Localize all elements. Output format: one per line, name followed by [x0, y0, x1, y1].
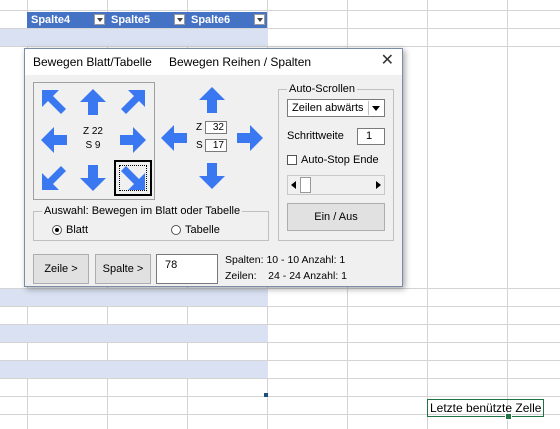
- arrow-down-right-button[interactable]: [114, 160, 152, 196]
- arrow-right-button[interactable]: [114, 122, 152, 158]
- arrow-left-icon: [161, 125, 187, 151]
- scroll-right-icon[interactable]: [374, 180, 382, 193]
- scroll-left-icon[interactable]: [290, 180, 298, 193]
- column-header-label: Spalte6: [191, 14, 231, 26]
- filter-dropdown-icon[interactable]: [94, 14, 105, 25]
- radio-tabelle-label: Tabelle: [185, 224, 220, 236]
- tab-bewegen-reihen[interactable]: Bewegen Reihen / Spalten: [169, 55, 311, 69]
- radio-tabelle[interactable]: Tabelle: [171, 224, 220, 236]
- auto-stop-label: Auto-Stop Ende: [301, 154, 379, 166]
- table-resize-handle[interactable]: [264, 393, 268, 397]
- arrow-up-icon: [80, 89, 106, 115]
- close-icon[interactable]: ✕: [381, 52, 394, 70]
- arrow-up-right-button[interactable]: [114, 84, 152, 120]
- z-label: Z: [196, 122, 203, 133]
- auswahl-legend: Auswahl: Bewegen im Blatt oder Tabelle: [42, 205, 243, 217]
- radio-blatt[interactable]: Blatt: [52, 224, 88, 236]
- column-header-spalte5[interactable]: Spalte5: [107, 12, 187, 28]
- column-right-button[interactable]: [231, 120, 269, 156]
- arrow-down-button[interactable]: [74, 160, 112, 196]
- next-row-button[interactable]: Zeile >: [33, 254, 89, 284]
- column-left-button[interactable]: [155, 120, 193, 156]
- row-column-arrow-grid: Z 32 S 17: [155, 82, 271, 198]
- checkbox-icon: [287, 155, 297, 165]
- speed-scrollbar[interactable]: [287, 175, 385, 195]
- arrow-down-left-button[interactable]: [35, 160, 73, 196]
- row-column-values: Z 32 S 17: [193, 120, 231, 156]
- scroll-direction-select[interactable]: Zeilen abwärts: [287, 99, 385, 117]
- arrow-down-right-icon: [121, 166, 145, 190]
- arrow-up-icon: [199, 87, 225, 113]
- arrow-up-button[interactable]: [74, 84, 112, 120]
- filter-dropdown-icon[interactable]: [254, 14, 265, 25]
- sheet-arrow-grid: Z 22 S 9: [33, 82, 155, 200]
- arrow-left-button[interactable]: [35, 122, 73, 158]
- arrow-right-icon: [120, 127, 146, 153]
- row-up-button[interactable]: [193, 82, 231, 118]
- auswahl-group: Auswahl: Bewegen im Blatt oder Tabelle B…: [33, 205, 269, 241]
- arrow-up-left-icon: [42, 90, 66, 114]
- row-position-label: Z 22: [82, 126, 103, 137]
- arrow-up-left-button[interactable]: [35, 84, 73, 120]
- active-cell[interactable]: Letzte benützte Zelle: [427, 399, 545, 417]
- z-value-field[interactable]: 32: [205, 121, 227, 134]
- arrow-down-icon: [80, 165, 106, 191]
- arrow-up-right-icon: [121, 90, 145, 114]
- arrow-down-left-icon: [42, 166, 66, 190]
- tab-bewegen-blatt[interactable]: Bewegen Blatt/Tabelle: [33, 55, 152, 69]
- s-value-field[interactable]: 17: [205, 139, 227, 152]
- filter-dropdown-icon[interactable]: [174, 14, 185, 25]
- auto-stop-checkbox[interactable]: Auto-Stop Ende: [287, 154, 379, 166]
- move-dialog: Bewegen Blatt/Tabelle Bewegen Reihen / S…: [24, 48, 403, 287]
- rows-info: Zeilen: 24 - 24 Anzahl: 1: [225, 270, 347, 282]
- next-column-button[interactable]: Spalte >: [95, 254, 151, 284]
- number-input[interactable]: 78: [156, 254, 218, 284]
- auto-scroll-toggle-button[interactable]: Ein / Aus: [287, 203, 385, 231]
- column-header-spalte4[interactable]: Spalte4: [27, 12, 107, 28]
- fill-handle[interactable]: [505, 413, 512, 420]
- position-display: Z 22 S 9: [74, 121, 112, 157]
- column-header-label: Spalte5: [111, 14, 151, 26]
- step-input[interactable]: 1: [357, 128, 385, 145]
- radio-unselected-icon: [171, 225, 181, 235]
- chevron-down-icon[interactable]: [368, 101, 383, 115]
- row-down-button[interactable]: [193, 158, 231, 194]
- arrow-right-icon: [237, 125, 263, 151]
- column-header-spalte6[interactable]: Spalte6: [187, 12, 267, 28]
- arrow-left-icon: [41, 127, 67, 153]
- auto-scroll-group: Auto-Scrollen Zeilen abwärts Schrittweit…: [278, 83, 394, 241]
- dialog-titlebar: Bewegen Blatt/Tabelle Bewegen Reihen / S…: [25, 49, 402, 75]
- columns-info: Spalten: 10 - 10 Anzahl: 1: [225, 254, 346, 266]
- step-label: Schrittweite: [287, 130, 344, 142]
- radio-blatt-label: Blatt: [66, 224, 89, 236]
- radio-selected-icon: [52, 225, 62, 235]
- arrow-down-icon: [199, 163, 225, 189]
- column-header-label: Spalte4: [31, 14, 71, 26]
- scroll-thumb[interactable]: [300, 177, 311, 193]
- auto-scroll-legend: Auto-Scrollen: [287, 83, 358, 95]
- s-label: S: [196, 140, 203, 151]
- scroll-direction-value: Zeilen abwärts: [292, 102, 364, 114]
- column-position-label: S 9: [85, 140, 101, 151]
